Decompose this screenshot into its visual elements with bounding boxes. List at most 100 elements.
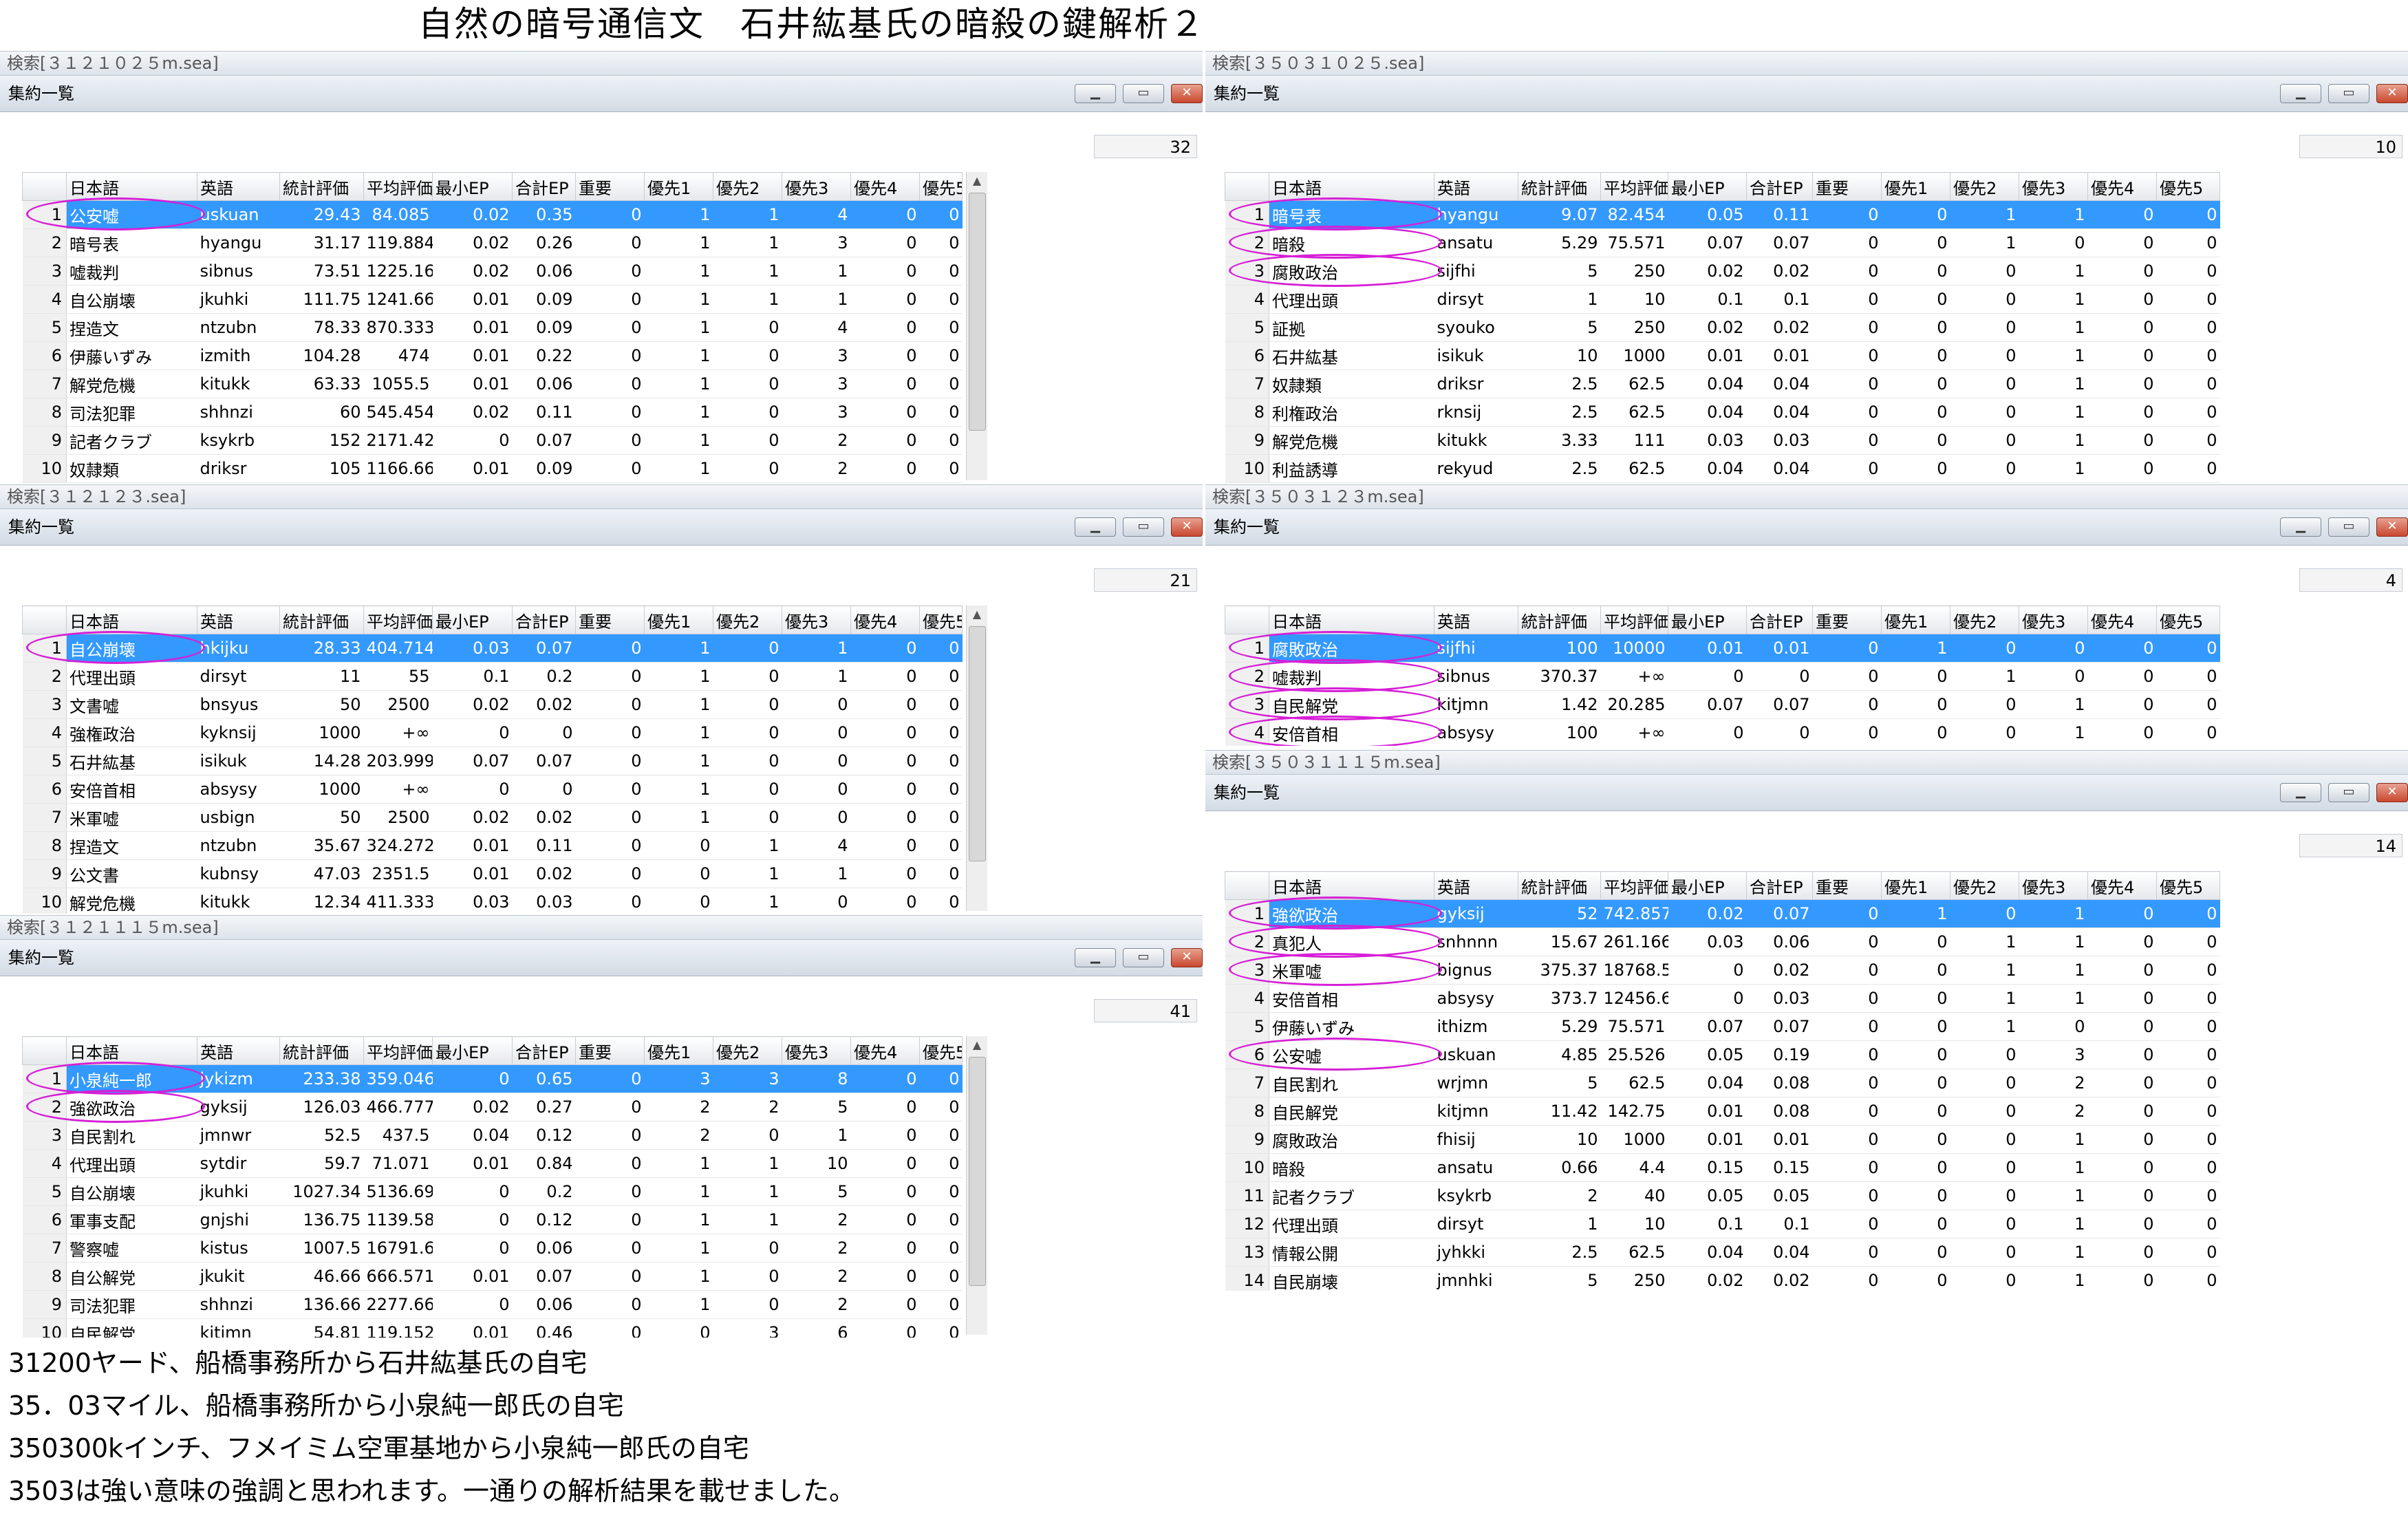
- table-row[interactable]: 1 暗号表 hyangu 9.07 82.454 0.05 0.11 0 0 1 1 0 0: [1225, 200, 2220, 229]
- close-button[interactable]: ✕: [2376, 517, 2408, 537]
- table-row[interactable]: 5 証拠 syouko 5 250 0.02 0.02 0 0 0 1 0 0: [1225, 313, 2220, 342]
- table-row[interactable]: 10 解党危機 kitukk 12.34 411.333 0.03 0.03 0 0 1 0 0 0: [22, 888, 963, 914]
- column-header[interactable]: 重要: [1812, 172, 1882, 201]
- column-header[interactable]: 日本語: [66, 605, 197, 634]
- table-row[interactable]: 3 自民解党 kitjmn 1.42 20.285 0.07 0.07 0 0 0 1 0 0: [1225, 690, 2220, 719]
- table-row[interactable]: 3 自民割れ jmnwr 52.5 437.5 0.04 0.12 0 2 0 1 0 0: [22, 1121, 963, 1150]
- table-row[interactable]: 12 代理出頭 dirsyt 1 10 0.1 0.1 0 0 0 1 0 0: [1225, 1210, 2220, 1238]
- table-row[interactable]: 1 強欲政治 gyksij 52 742.857 0.02 0.07 0 1 0 1 0 0: [1225, 899, 2220, 928]
- table-row[interactable]: 3 文書嘘 bnsyus 50 2500 0.02 0.02 0 1 0 0 0 0: [22, 690, 963, 719]
- maximize-button[interactable]: ▭: [1123, 517, 1164, 537]
- search-tab[interactable]: 検索[３１２１１１５m.sea]: [0, 915, 1203, 940]
- table-row[interactable]: 2 真犯人 snhnnn 15.67 261.166 0.03 0.06 0 0 1 1 0 0: [1225, 927, 2220, 956]
- table-row[interactable]: 10 暗殺 ansatu 0.66 4.4 0.15 0.15 0 0 0 1 0 0: [1225, 1153, 2220, 1182]
- table-row[interactable]: 8 司法犯罪 shhnzi 60 545.454 0.02 0.11 0 1 0 3 0 0: [22, 398, 963, 427]
- column-header[interactable]: 優先4: [850, 172, 920, 201]
- table-row[interactable]: 7 解党危機 kitukk 63.33 1055.5 0.01 0.06 0 1 0 3 0 0: [22, 369, 963, 398]
- table-row[interactable]: 4 安倍首相 absysy 100 +∞ 0 0 0 0 0 1 0 0: [1225, 718, 2220, 746]
- column-header[interactable]: 優先2: [1950, 871, 2019, 900]
- column-header[interactable]: 優先1: [1881, 871, 1950, 900]
- table-row[interactable]: 4 強権政治 kyknsij 1000 +∞ 0 0 0 1 0 0 0 0: [22, 718, 963, 747]
- column-header[interactable]: 優先5: [2156, 871, 2220, 900]
- column-header[interactable]: 最小EP: [432, 1036, 513, 1065]
- table-row[interactable]: 10 利益誘導 rekyud 2.5 62.5 0.04 0.04 0 0 0 1 0 0: [1225, 454, 2220, 483]
- column-header[interactable]: 優先4: [2087, 605, 2157, 634]
- table-row[interactable]: 8 自公解党 jkukit 46.66 666.571 0.01 0.07 0 1 0 2 0 0: [22, 1262, 963, 1291]
- close-button[interactable]: ✕: [2376, 84, 2408, 103]
- minimize-button[interactable]: ▁: [1075, 517, 1116, 537]
- table-row[interactable]: 3 米軍嘘 bignus 375.37 18768.5 0 0.02 0 0 1 1 0 0: [1225, 956, 2220, 985]
- table-row[interactable]: 10 自民解党 kitjmn 54.81 119.152 0.01 0.46 0 0 3 6 0 0: [22, 1318, 963, 1338]
- vertical-scrollbar[interactable]: ▲: [966, 605, 987, 911]
- close-button[interactable]: ✕: [1171, 948, 1203, 967]
- table-row[interactable]: 5自公崩壊jkuhki1027.345136.69900.2011500: [22, 1177, 963, 1206]
- table-row[interactable]: 9 公文書 kubnsy 47.03 2351.5 0.01 0.02 0 0 1 1 0 0: [22, 859, 963, 888]
- column-header[interactable]: 英語: [197, 172, 280, 201]
- table-row[interactable]: 6 石井紘基 isikuk 10 1000 0.01 0.01 0 0 0 1 0 0: [1225, 341, 2220, 370]
- close-button[interactable]: ✕: [1171, 517, 1203, 537]
- table-row[interactable]: 2 暗殺 ansatu 5.29 75.571 0.07 0.07 0 0 1 0 0 0: [1225, 228, 2220, 257]
- search-tab[interactable]: 検索[３１２１０２５m.sea]: [0, 51, 1203, 76]
- table-row[interactable]: 11 記者クラブ ksykrb 2 40 0.05 0.05 0 0 0 1 0 0: [1225, 1181, 2220, 1210]
- minimize-button[interactable]: ▁: [2280, 783, 2321, 802]
- column-header[interactable]: 優先5: [919, 605, 963, 634]
- column-header[interactable]: 日本語: [66, 1036, 197, 1065]
- column-header[interactable]: 優先2: [1950, 605, 2019, 634]
- column-header[interactable]: 優先3: [2019, 871, 2088, 900]
- column-header[interactable]: 平均評価: [363, 172, 433, 201]
- column-header[interactable]: 優先2: [713, 172, 782, 201]
- column-header[interactable]: 平均評価: [1600, 871, 1668, 900]
- maximize-button[interactable]: ▭: [1123, 84, 1164, 103]
- table-row[interactable]: 10奴隷類driksr1051166.6660.010.09010200: [22, 454, 963, 483]
- table-row[interactable]: 7警察嘘kistus1007.516791.66600.06010200: [22, 1234, 963, 1263]
- column-header[interactable]: 合計EP: [512, 1036, 576, 1065]
- column-header[interactable]: 平均評価: [1600, 172, 1668, 201]
- column-header[interactable]: 統計評価: [279, 172, 364, 201]
- column-header[interactable]: 優先4: [850, 1036, 920, 1065]
- column-header[interactable]: 優先2: [713, 1036, 782, 1065]
- column-header[interactable]: 優先3: [782, 172, 851, 201]
- column-header[interactable]: 合計EP: [1746, 172, 1813, 201]
- table-row[interactable]: 14 自民崩壊 jmnhki 5 250 0.02 0.02 0 0 0 1 0 0: [1225, 1266, 2220, 1291]
- minimize-button[interactable]: ▁: [2280, 84, 2321, 103]
- column-header[interactable]: 平均評価: [363, 1036, 433, 1065]
- column-header[interactable]: 合計EP: [512, 172, 576, 201]
- column-header[interactable]: 合計EP: [1746, 871, 1813, 900]
- column-header[interactable]: 最小EP: [1668, 871, 1747, 900]
- column-header[interactable]: 優先2: [713, 605, 782, 634]
- scroll-thumb[interactable]: [969, 193, 986, 431]
- column-header[interactable]: 統計評価: [1518, 172, 1601, 201]
- vertical-scrollbar[interactable]: ▲: [966, 1036, 987, 1335]
- column-header[interactable]: 優先1: [1881, 605, 1950, 634]
- column-header[interactable]: 優先3: [2019, 605, 2088, 634]
- column-header[interactable]: 優先4: [2087, 871, 2157, 900]
- table-row[interactable]: 2 代理出頭 dirsyt 11 55 0.1 0.2 0 1 0 1 0 0: [22, 662, 963, 691]
- table-row[interactable]: 5 伊藤いずみ ithizm 5.29 75.571 0.07 0.07 0 0 1 0 0 0: [1225, 1012, 2220, 1041]
- column-header[interactable]: 優先3: [782, 1036, 851, 1065]
- column-header[interactable]: 日本語: [1269, 605, 1434, 634]
- scroll-thumb[interactable]: [969, 626, 986, 861]
- column-header[interactable]: 日本語: [1269, 172, 1434, 201]
- table-row[interactable]: 1 小泉純一郎 jykizm 233.38 359.046 0 0.65 0 3 3 8 0 0: [22, 1064, 963, 1093]
- table-row[interactable]: 7 米軍嘘 usbign 50 2500 0.02 0.02 0 1 0 0 0 0: [22, 803, 963, 832]
- search-tab[interactable]: 検索[３５０３１２３m.sea]: [1205, 484, 2408, 509]
- column-header[interactable]: 優先1: [644, 605, 713, 634]
- column-header[interactable]: 統計評価: [1518, 605, 1601, 634]
- table-row[interactable]: 3 腐敗政治 sijfhi 5 250 0.02 0.02 0 0 0 1 0 0: [1225, 257, 2220, 286]
- table-row[interactable]: 4自公崩壊jkuhki111.751241.6660.010.09011100: [22, 285, 963, 314]
- table-row[interactable]: 6 公安嘘 uskuan 4.85 25.526 0.05 0.19 0 0 0 3 0 0: [1225, 1040, 2220, 1069]
- minimize-button[interactable]: ▁: [1075, 948, 1116, 967]
- column-header[interactable]: 英語: [197, 1036, 280, 1065]
- column-header[interactable]: 重要: [1812, 871, 1882, 900]
- table-row[interactable]: 4安倍首相absysy373.712456.66600.03001100: [1225, 984, 2220, 1013]
- table-row[interactable]: 1 公安嘘 uskuan 29.43 84.085 0.02 0.35 0 1 1 4 0 0: [22, 200, 963, 229]
- table-row[interactable]: 6軍事支配gnjshi136.751139.58300.12011200: [22, 1205, 963, 1234]
- column-header[interactable]: 平均評価: [363, 605, 433, 634]
- scroll-up-arrow-icon[interactable]: ▲: [967, 1036, 987, 1054]
- table-row[interactable]: 8 利権政治 rknsij 2.5 62.5 0.04 0.04 0 0 0 1 0 0: [1225, 398, 2220, 427]
- search-tab[interactable]: 検索[３５０３１０２５.sea]: [1205, 51, 2408, 76]
- column-header[interactable]: 重要: [575, 1036, 645, 1065]
- table-row[interactable]: 1 腐敗政治 sijfhi 100 10000 0.01 0.01 0 1 0 0 0 0: [1225, 634, 2220, 663]
- scroll-thumb[interactable]: [969, 1057, 986, 1286]
- table-row[interactable]: 7 奴隷類 driksr 2.5 62.5 0.04 0.04 0 0 0 1 0 0: [1225, 369, 2220, 398]
